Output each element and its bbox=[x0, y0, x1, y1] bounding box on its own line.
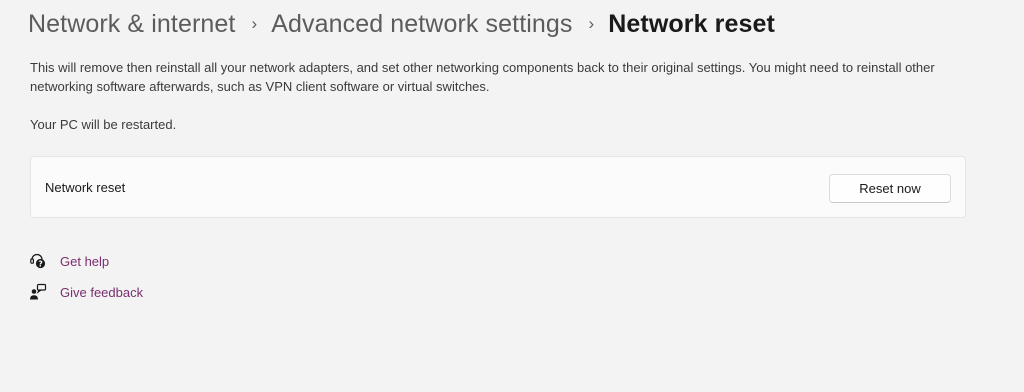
network-reset-card: Network reset Reset now bbox=[30, 156, 966, 218]
get-help-row: ? Get help bbox=[29, 251, 109, 271]
network-reset-label: Network reset bbox=[45, 180, 126, 195]
breadcrumb-separator-chevron-icon: › bbox=[588, 14, 595, 33]
description-text: This will remove then reinstall all your… bbox=[30, 60, 935, 94]
svg-text:?: ? bbox=[38, 259, 42, 268]
get-help-link[interactable]: Get help bbox=[60, 254, 109, 269]
give-feedback-link[interactable]: Give feedback bbox=[60, 285, 143, 300]
breadcrumb-advanced-network-settings[interactable]: Advanced network settings bbox=[271, 10, 572, 39]
feedback-person-icon bbox=[29, 283, 47, 301]
restart-note: Your PC will be restarted. bbox=[30, 117, 177, 132]
breadcrumb-network-internet[interactable]: Network & internet bbox=[28, 10, 235, 39]
page-title: Network reset bbox=[608, 9, 775, 38]
breadcrumb: Network & internet › Advanced network se… bbox=[28, 6, 775, 42]
give-feedback-row: Give feedback bbox=[29, 282, 143, 302]
breadcrumb-separator-chevron-icon: › bbox=[251, 14, 258, 33]
help-chat-icon: ? bbox=[29, 252, 47, 270]
reset-now-button[interactable]: Reset now bbox=[829, 174, 951, 203]
